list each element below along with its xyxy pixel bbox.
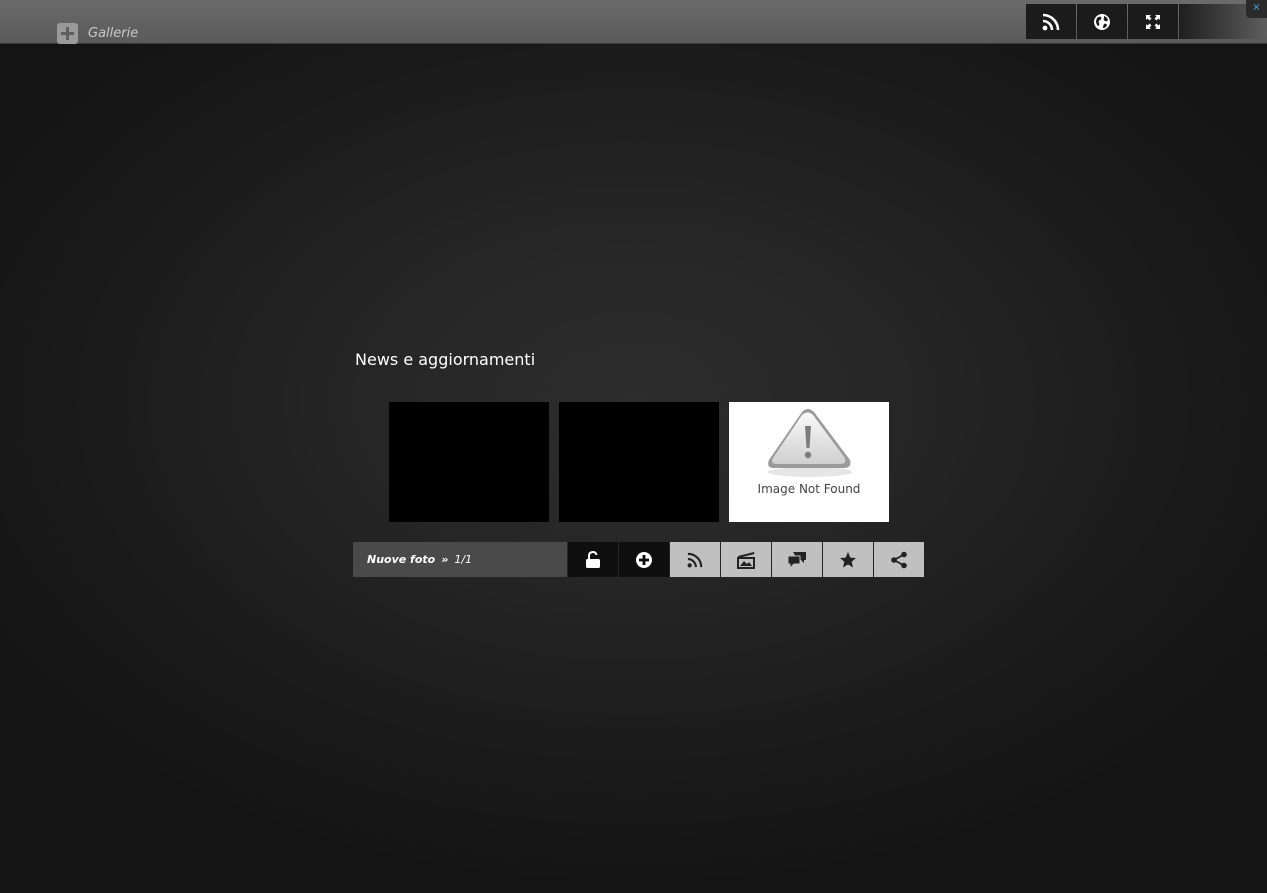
close-button[interactable]: × (1246, 0, 1267, 18)
gallery-toolbar: Nuove foto » 1/1 (353, 542, 924, 577)
slideshow-button[interactable] (721, 542, 771, 577)
lock-button[interactable] (568, 542, 618, 577)
page-indicator: 1/1 (454, 553, 473, 566)
favorite-button[interactable] (823, 542, 873, 577)
comments-button[interactable] (772, 542, 822, 577)
gallerie-menu[interactable]: Gallerie (57, 23, 138, 44)
language-button[interactable] (1077, 4, 1127, 39)
globe-icon (1094, 13, 1110, 30)
gallery-thumbnail[interactable] (389, 402, 549, 522)
fullscreen-button[interactable] (1128, 4, 1178, 39)
star-icon (840, 551, 856, 567)
top-toolbar (1026, 4, 1179, 39)
gallery-thumbnail-not-found[interactable]: Image Not Found (729, 402, 889, 522)
warning-icon (768, 409, 852, 477)
rss-icon (687, 552, 703, 567)
image-not-found-caption: Image Not Found (757, 482, 861, 496)
lock-icon (586, 550, 600, 568)
share-button[interactable] (874, 542, 924, 577)
share-icon (891, 551, 907, 568)
gallery-label: Nuove foto (367, 553, 436, 566)
rss-button[interactable] (1026, 4, 1076, 39)
slideshow-icon (737, 551, 755, 569)
rss-icon (1042, 13, 1060, 30)
gallery-thumbnail[interactable] (559, 402, 719, 522)
fullscreen-icon (1146, 14, 1160, 29)
gallery-info: Nuove foto » 1/1 (353, 542, 567, 577)
separator: » (441, 553, 449, 566)
gallerie-label: Gallerie (88, 26, 139, 41)
section-title: News e aggiornamenti (355, 350, 536, 369)
comments-icon (787, 551, 806, 569)
rss-feed-button[interactable] (670, 542, 720, 577)
plus-icon (57, 23, 78, 44)
add-button[interactable] (619, 542, 669, 577)
plus-circle-icon (636, 551, 652, 568)
